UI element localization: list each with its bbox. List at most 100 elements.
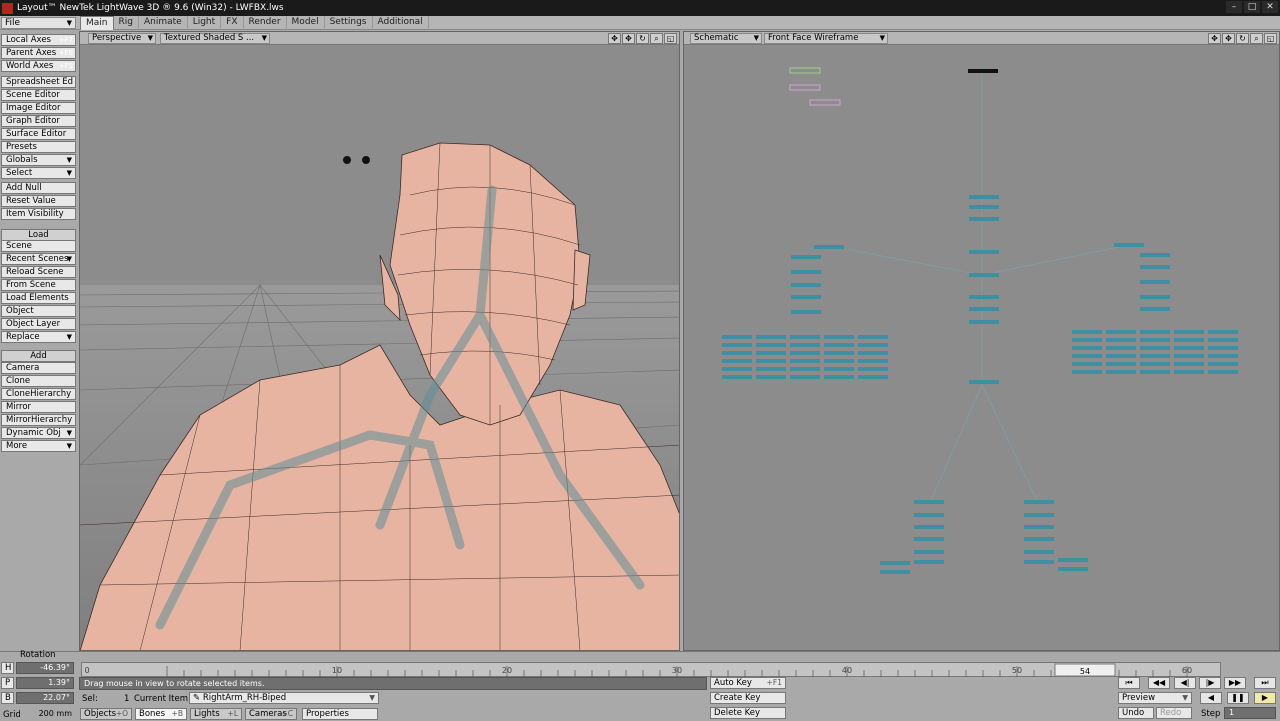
button-object[interactable]: Object [1, 305, 76, 317]
schematic-node[interactable] [1208, 330, 1238, 334]
maximize-view-icon[interactable]: ◱ [1264, 33, 1277, 44]
schematic-node[interactable] [1174, 354, 1204, 358]
schematic-node[interactable] [1024, 550, 1054, 554]
first-frame-icon[interactable]: ⏮ [1118, 677, 1140, 689]
schematic-node[interactable] [914, 560, 944, 564]
button-mirror[interactable]: Mirror [1, 401, 76, 413]
button-parent-axes[interactable]: Parent Axes +F6 [1, 47, 76, 59]
button-spreadsheet-ed[interactable]: Spreadsheet Ed [1, 76, 76, 88]
schematic-node[interactable] [791, 310, 821, 314]
schematic-node[interactable] [858, 335, 888, 339]
preview-select[interactable]: Preview ▼ [1118, 692, 1192, 704]
pause-icon[interactable]: ❚❚ [1227, 692, 1249, 704]
schematic-node[interactable] [722, 343, 752, 347]
properties-button[interactable]: Properties [302, 708, 378, 720]
schematic-node[interactable] [969, 380, 999, 384]
schematic-node[interactable] [1140, 265, 1170, 269]
tab-render[interactable]: Render [244, 16, 287, 30]
schematic-node[interactable] [1174, 370, 1204, 374]
schematic-node[interactable] [969, 195, 999, 199]
schematic-node[interactable] [1024, 500, 1054, 504]
schematic-node[interactable] [1072, 354, 1102, 358]
button-presets[interactable]: Presets [1, 141, 76, 153]
schematic-node[interactable] [969, 217, 999, 221]
schematic-node[interactable] [1174, 346, 1204, 350]
view-mode-select[interactable]: Perspective ▼ [88, 33, 156, 44]
schematic-node[interactable] [1140, 346, 1170, 350]
button-clone[interactable]: Clone [1, 375, 76, 387]
schematic-node[interactable] [969, 205, 999, 209]
schematic-node[interactable] [1072, 330, 1102, 334]
play-backward-icon[interactable]: ◀ [1200, 692, 1222, 704]
schematic-node[interactable] [858, 343, 888, 347]
schematic-node[interactable] [1106, 338, 1136, 342]
button-clonehierarchy[interactable]: CloneHierarchy [1, 388, 76, 400]
schematic-node[interactable] [1072, 338, 1102, 342]
tab-cameras[interactable]: Cameras +C [245, 708, 297, 720]
button-scene[interactable]: Scene [1, 240, 76, 252]
move-view-icon[interactable]: ✥ [608, 33, 621, 44]
redo-button[interactable]: Redo [1156, 707, 1192, 719]
schematic-node[interactable] [1058, 558, 1088, 562]
schematic-node[interactable] [914, 537, 944, 541]
button-load-elements[interactable]: Load Elements [1, 292, 76, 304]
timeline-slider[interactable]: 54 0 10 20 30 40 50 60 [81, 662, 1221, 677]
schematic-node[interactable] [1208, 362, 1238, 366]
schematic-node[interactable] [791, 255, 821, 259]
schematic-node[interactable] [824, 367, 854, 371]
schematic-node[interactable] [756, 359, 786, 363]
schematic-node[interactable] [1140, 307, 1170, 311]
schematic-node[interactable] [1140, 295, 1170, 299]
undo-button[interactable]: Undo [1118, 707, 1154, 719]
schematic-node[interactable] [1072, 370, 1102, 374]
channel-h-toggle[interactable]: H [1, 662, 14, 674]
schematic-node[interactable] [1140, 280, 1170, 284]
schematic-node[interactable] [914, 525, 944, 529]
schematic-node[interactable] [1140, 362, 1170, 366]
button-graph-editor[interactable]: Graph Editor [1, 115, 76, 127]
schematic-node[interactable] [722, 335, 752, 339]
schematic-node[interactable] [1208, 354, 1238, 358]
tab-main[interactable]: Main [80, 16, 114, 30]
schematic-node[interactable] [1024, 525, 1054, 529]
step-field[interactable]: 1 [1224, 707, 1276, 719]
current-item-select[interactable]: ✎ RightArm_RH-Biped ▼ [189, 692, 379, 704]
schematic-node[interactable] [789, 84, 821, 91]
prev-frame-icon[interactable]: ◀| [1174, 677, 1196, 689]
schematic-node[interactable] [880, 561, 910, 565]
schematic-node[interactable] [1140, 370, 1170, 374]
channel-b-toggle[interactable]: B [1, 692, 14, 704]
schematic-node[interactable] [790, 335, 820, 339]
schematic-node[interactable] [1024, 513, 1054, 517]
schematic-node[interactable] [1140, 330, 1170, 334]
tab-light[interactable]: Light [188, 16, 222, 30]
schematic-node[interactable] [1208, 346, 1238, 350]
prev-key-icon[interactable]: ◀◀ [1148, 677, 1170, 689]
orbit-view-icon[interactable]: ↻ [636, 33, 649, 44]
schematic-node[interactable] [824, 335, 854, 339]
zoom-view-icon[interactable]: ⌕ [1250, 33, 1263, 44]
render-mode-select[interactable]: Front Face Wireframe ▼ [764, 33, 888, 44]
next-frame-icon[interactable]: |▶ [1199, 677, 1221, 689]
button-camera[interactable]: Camera [1, 362, 76, 374]
schematic-node[interactable] [790, 343, 820, 347]
schematic-node[interactable] [722, 375, 752, 379]
schematic-node[interactable] [1208, 338, 1238, 342]
schematic-node[interactable] [789, 67, 821, 74]
schematic-node[interactable] [790, 351, 820, 355]
schematic-node[interactable] [722, 351, 752, 355]
button-select[interactable]: Select ▼ [1, 167, 76, 179]
schematic-node[interactable] [1140, 338, 1170, 342]
button-dynamic-obj[interactable]: Dynamic Obj ▼ [1, 427, 76, 439]
schematic-node[interactable] [1024, 537, 1054, 541]
schematic-node[interactable] [1106, 346, 1136, 350]
delete-key-button[interactable]: Delete Key [710, 707, 786, 719]
button-more[interactable]: More ▼ [1, 440, 76, 452]
schematic-node[interactable] [1114, 243, 1144, 247]
button-object-layer[interactable]: Object Layer [1, 318, 76, 330]
next-key-icon[interactable]: ▶▶ [1224, 677, 1246, 689]
schematic-node[interactable] [858, 375, 888, 379]
perspective-viewport[interactable]: Perspective ▼ Textured Shaded S ... ▼ ✥ ✥ … [79, 31, 680, 651]
tab-model[interactable]: Model [287, 16, 325, 30]
tab-animate[interactable]: Animate [139, 16, 188, 30]
